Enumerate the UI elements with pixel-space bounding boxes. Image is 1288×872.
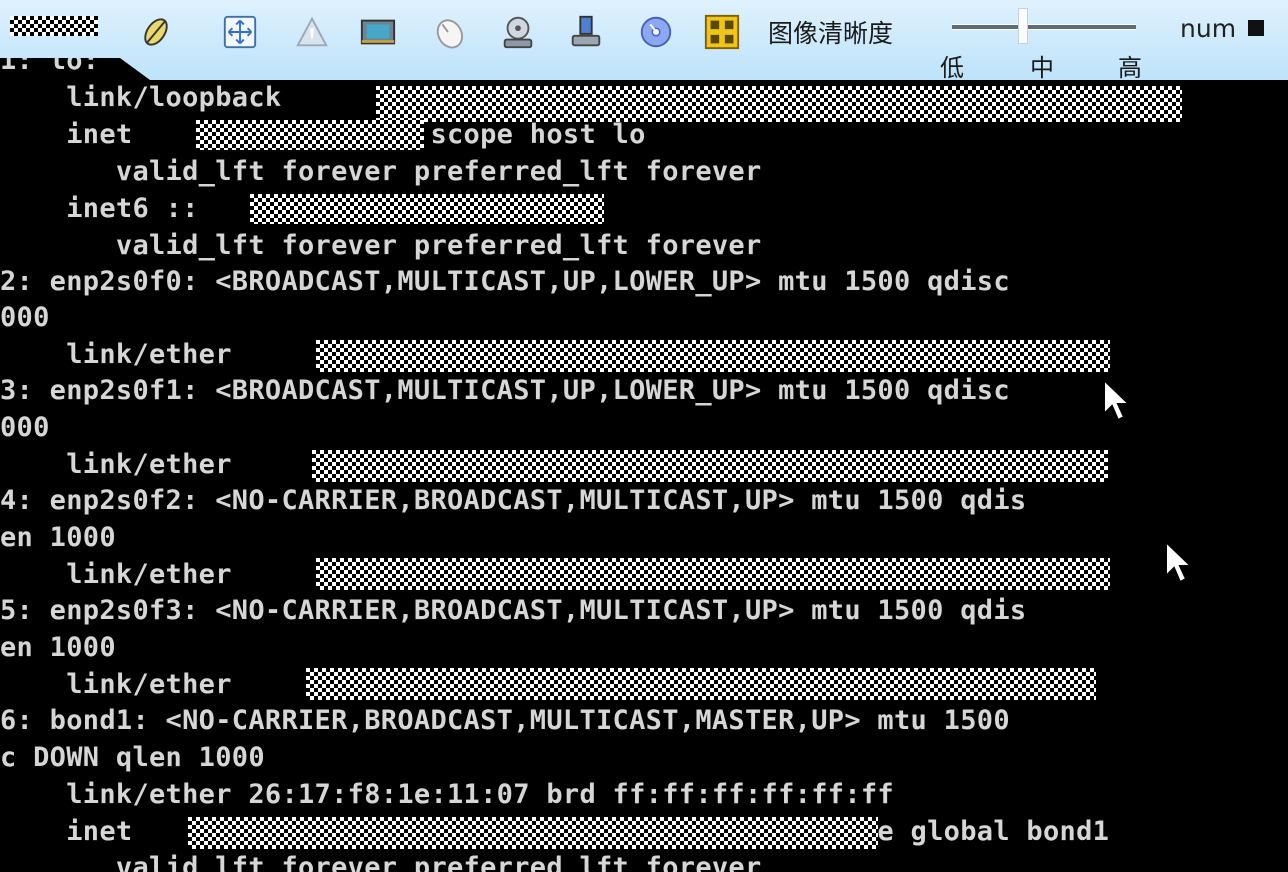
usb-drive-icon[interactable]	[566, 12, 606, 52]
terminal-line: inet6 ::	[0, 193, 199, 224]
monitor-card-icon[interactable]	[358, 12, 398, 52]
redacted-toolbar-title	[10, 16, 98, 36]
terminal-line: en 1000	[0, 522, 116, 553]
cd-disc-icon[interactable]	[636, 12, 676, 52]
terminal-line: valid_lft forever preferred_lft forever	[0, 230, 762, 261]
image-quality-slider[interactable]	[952, 24, 1136, 30]
quality-level-low: 低	[940, 54, 964, 82]
remote-console-window: 1: lo: link/loopback inet scope host lo …	[0, 0, 1288, 872]
move-arrows-icon[interactable]	[220, 12, 260, 52]
terminal-line: valid_lft forever preferred_lft forever	[0, 156, 762, 187]
grid-layout-icon[interactable]	[702, 12, 742, 52]
redacted-mac-address	[316, 340, 1110, 372]
terminal-line: 5: enp2s0f3: <NO-CARRIER,BROADCAST,MULTI…	[0, 595, 1027, 626]
redacted-bond-inet-address	[188, 817, 878, 849]
quality-level-high: 高	[1118, 54, 1142, 82]
redacted-loopback-address	[376, 86, 1182, 122]
redacted-mac-address	[312, 450, 1108, 482]
terminal-line: link/ether	[0, 559, 232, 590]
terminal-line: 000	[0, 302, 50, 333]
mouse-cursor-icon	[1103, 378, 1132, 422]
terminal-line: 2: enp2s0f0: <BROADCAST,MULTICAST,UP,LOW…	[0, 266, 1010, 297]
terminal-line: 000	[0, 412, 50, 443]
terminal-screen[interactable]: 1: lo: link/loopback inet scope host lo …	[0, 0, 1288, 872]
terminal-line: link/ether 26:17:f8:1e:11:07 brd ff:ff:f…	[0, 779, 894, 810]
redacted-mac-address	[316, 558, 1110, 590]
terminal-line: link/loopback	[0, 82, 282, 113]
terminal-line: 3: enp2s0f1: <BROADCAST,MULTICAST,UP,LOW…	[0, 375, 1010, 406]
quality-level-medium: 中	[1030, 54, 1054, 82]
terminal-line: link/ether	[0, 449, 232, 480]
num-lock-indicator	[1248, 20, 1264, 36]
terminal-line: c DOWN qlen 1000	[0, 742, 265, 773]
terminal-line: 6: bond1: <NO-CARRIER,BROADCAST,MULTICAS…	[0, 705, 1010, 736]
image-quality-label: 图像清晰度	[768, 19, 894, 48]
terminal-line: 4: enp2s0f2: <NO-CARRIER,BROADCAST,MULTI…	[0, 485, 1027, 516]
warning-triangle-icon[interactable]	[292, 12, 332, 52]
mouse-icon[interactable]	[428, 12, 468, 52]
disk-drive-icon[interactable]	[498, 12, 538, 52]
num-lock-label: num	[1180, 14, 1237, 43]
kvm-toolbar: 图像清晰度 低 中 高 num	[0, 0, 1288, 80]
terminal-line: link/ether	[0, 339, 232, 370]
redacted-inet-address	[196, 120, 424, 150]
redacted-inet6-address	[250, 194, 604, 224]
terminal-line: en 1000	[0, 632, 116, 663]
terminal-line: valid_lft forever preferred_lft forever	[0, 852, 762, 872]
image-quality-slider-thumb[interactable]	[1018, 8, 1028, 44]
leaf-mouse-icon[interactable]	[136, 12, 176, 52]
redacted-mac-address	[306, 668, 1096, 700]
mouse-cursor-icon	[1165, 540, 1194, 584]
